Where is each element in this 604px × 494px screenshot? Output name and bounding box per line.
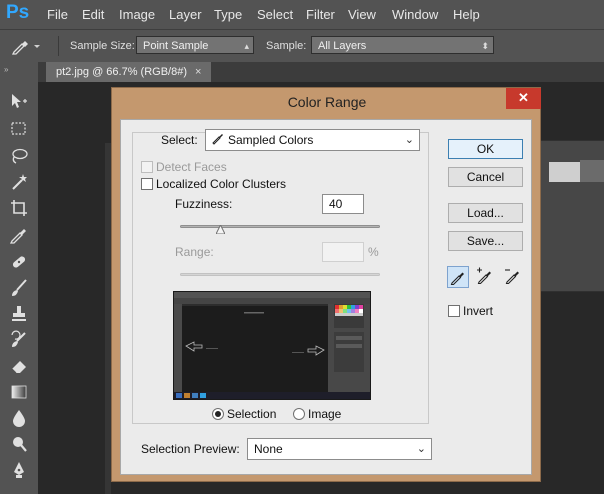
detect-faces-label: Detect Faces <box>156 160 227 174</box>
chevron-down-icon: ⌄ <box>416 443 426 455</box>
updown-arrow-icon: ⬍ <box>481 41 489 51</box>
range-label: Range: <box>175 245 214 259</box>
invert-label: Invert <box>463 304 494 318</box>
lasso-tool-icon[interactable] <box>9 146 29 166</box>
localized-color-clusters-label: Localized Color Clusters <box>156 177 287 191</box>
separator <box>58 36 59 56</box>
cancel-button[interactable]: Cancel <box>448 167 523 187</box>
select-value: Sampled Colors <box>228 133 314 147</box>
photoshop-logo: Ps <box>6 2 30 23</box>
menu-edit[interactable]: Edit <box>82 7 104 22</box>
fuzziness-slider-track[interactable] <box>180 225 380 228</box>
magic-wand-icon[interactable] <box>9 172 29 192</box>
sample-size-select[interactable]: Point Sample ▴ <box>136 36 254 54</box>
healing-brush-icon[interactable] <box>9 252 29 272</box>
fuzziness-slider-thumb[interactable] <box>215 223 226 235</box>
crop-tool-icon[interactable] <box>9 198 29 218</box>
close-tab-icon[interactable]: × <box>195 66 201 78</box>
eyedropper-icon[interactable] <box>8 36 40 56</box>
updown-arrow-icon: ▴ <box>244 41 249 51</box>
load-button[interactable]: Load... <box>448 203 523 223</box>
sample-size-value: Point Sample <box>143 40 209 52</box>
menu-filter[interactable]: Filter <box>306 7 335 22</box>
selection-preview-label: Selection Preview: <box>141 442 240 456</box>
fuzziness-value: 40 <box>329 197 343 211</box>
range-unit: % <box>368 245 379 259</box>
selection-preview-dropdown[interactable]: None ⌄ <box>247 438 432 460</box>
dodge-tool-icon[interactable] <box>9 434 29 454</box>
selection-preview-thumbnail[interactable] <box>173 291 371 400</box>
background-panel-button <box>580 160 604 182</box>
selection-radio[interactable] <box>212 408 224 420</box>
dialog-title: Color Range <box>287 94 367 110</box>
menu-image[interactable]: Image <box>119 7 155 22</box>
selection-radio-label: Selection <box>227 407 277 421</box>
eyedropper-minus-icon[interactable] <box>503 266 525 288</box>
menu-view[interactable]: View <box>348 7 376 22</box>
menu-file[interactable]: File <box>47 7 68 22</box>
move-tool-icon[interactable] <box>9 92 29 112</box>
dialog-body: Select: Sampled Colors ⌄ Detect Faces Lo… <box>120 119 532 475</box>
pen-tool-icon[interactable] <box>9 460 29 480</box>
panel-collapse-icon[interactable]: » <box>4 65 8 74</box>
menu-layer[interactable]: Layer <box>169 7 202 22</box>
sample-select[interactable]: All Layers ⬍ <box>311 36 494 54</box>
menu-type[interactable]: Type <box>214 7 242 22</box>
marquee-tool-icon[interactable] <box>9 119 29 139</box>
sample-value: All Layers <box>318 40 367 52</box>
range-slider-track[interactable] <box>180 273 380 276</box>
eyedropper-tool-icon[interactable] <box>9 224 29 244</box>
document-tab[interactable]: pt2.jpg @ 66.7% (RGB/8#) × <box>46 62 212 82</box>
color-range-dialog: Color Range ✕ Select: Sampled Colors ⌄ D… <box>111 87 541 482</box>
radio-selected-dot <box>215 411 221 417</box>
selection-preview-value: None <box>254 442 283 456</box>
image-radio[interactable] <box>293 408 305 420</box>
detect-faces-checkbox[interactable] <box>141 161 153 173</box>
localized-color-clusters-checkbox[interactable] <box>141 178 153 190</box>
fuzziness-label: Fuzziness: <box>175 197 233 211</box>
document-tab-title: pt2.jpg @ 66.7% (RGB/8#) <box>56 66 188 78</box>
gradient-tool-icon[interactable] <box>9 382 29 402</box>
select-dropdown[interactable]: Sampled Colors ⌄ <box>205 129 420 151</box>
menu-select[interactable]: Select <box>257 7 293 22</box>
tools-panel: » <box>0 62 39 494</box>
chevron-down-icon: ⌄ <box>404 134 414 146</box>
document-tab-bar: pt2.jpg @ 66.7% (RGB/8#) × <box>38 62 604 82</box>
image-radio-label: Image <box>308 407 342 421</box>
ok-button[interactable]: OK <box>448 139 523 159</box>
menu-bar: Ps File Edit Image Layer Type Select Fil… <box>0 0 604 29</box>
options-bar: Sample Size: Point Sample ▴ Sample: All … <box>0 29 604 63</box>
menu-window[interactable]: Window <box>392 7 438 22</box>
eyedropper-plus-icon[interactable] <box>475 266 497 288</box>
sample-label: Sample: <box>266 40 307 52</box>
save-button[interactable]: Save... <box>448 231 523 251</box>
eraser-icon[interactable] <box>9 356 29 376</box>
invert-checkbox[interactable] <box>448 305 460 317</box>
brush-tool-icon[interactable] <box>9 278 29 298</box>
eyedropper-icon <box>212 131 224 151</box>
menu-help[interactable]: Help <box>453 7 480 22</box>
blur-tool-icon[interactable] <box>9 408 29 428</box>
clone-stamp-icon[interactable] <box>9 304 29 324</box>
select-label: Select: <box>161 133 198 147</box>
history-brush-icon[interactable] <box>9 330 29 350</box>
fuzziness-input[interactable]: 40 <box>322 194 364 214</box>
sample-size-label: Sample Size: <box>70 40 135 52</box>
close-icon[interactable]: ✕ <box>506 88 541 109</box>
eyedropper-icon[interactable] <box>447 266 469 288</box>
range-input[interactable] <box>322 242 364 262</box>
